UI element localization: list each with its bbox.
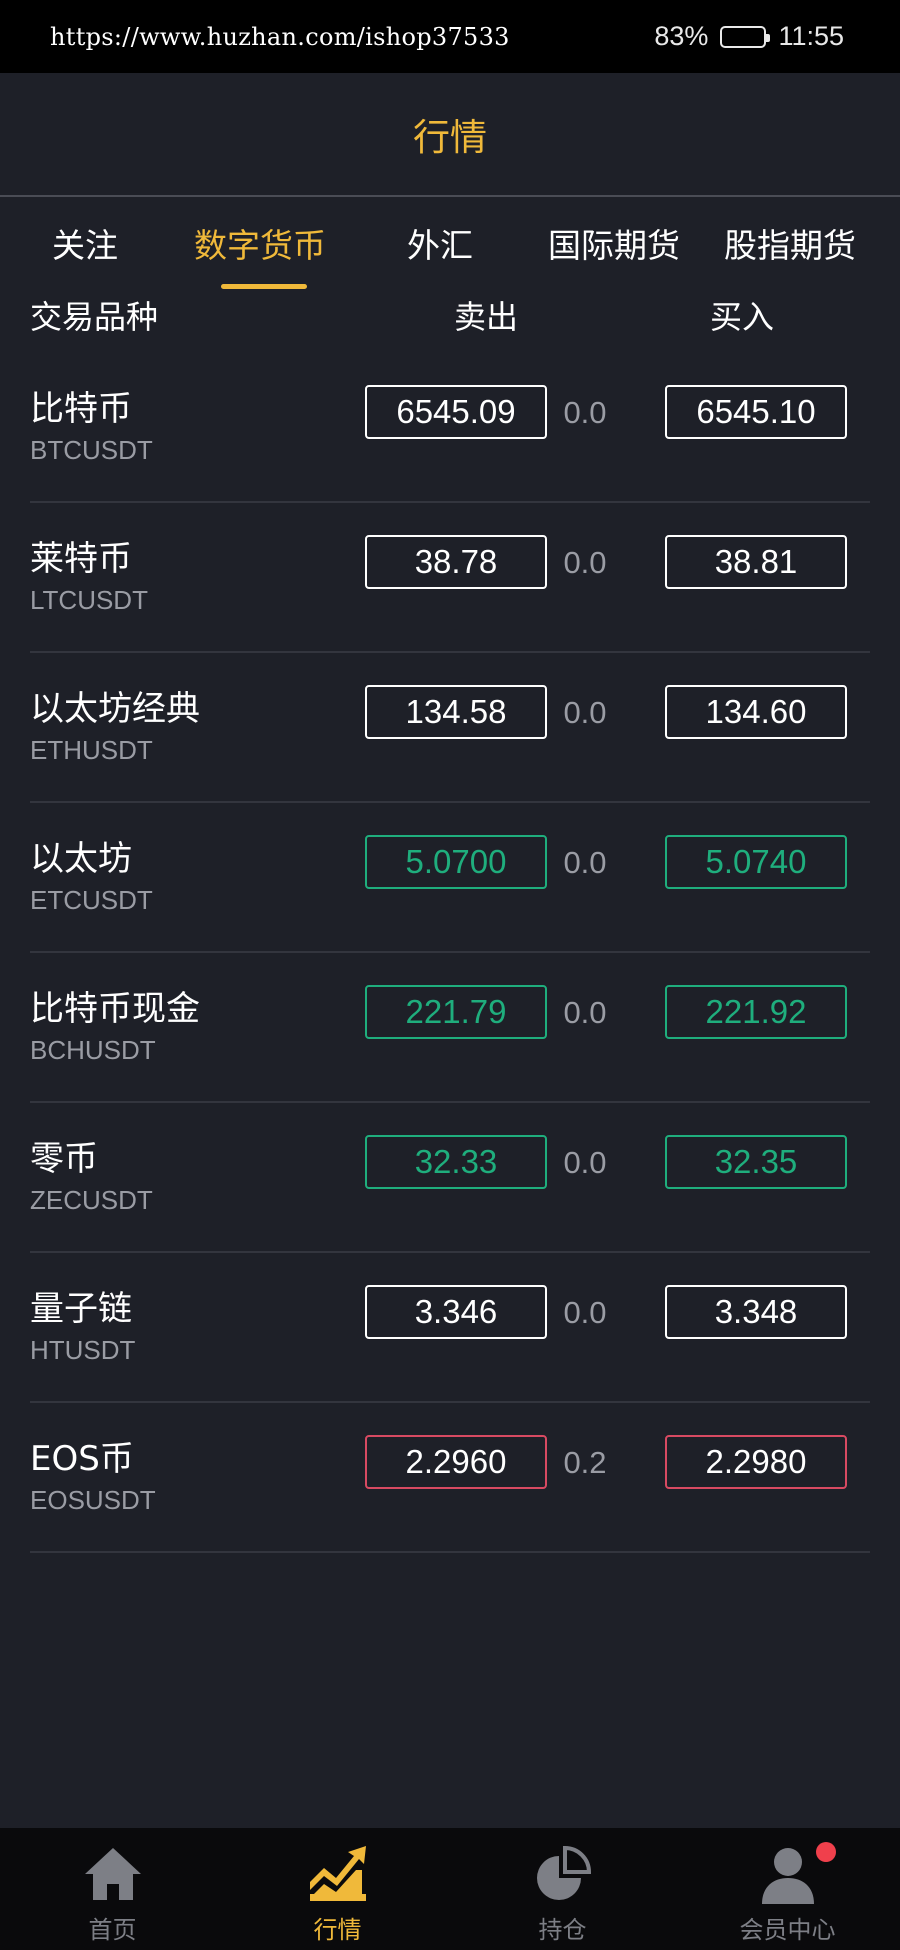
instrument-name: 比特币现金: [30, 989, 200, 1029]
instrument-code: BTCUSDT: [30, 435, 153, 465]
quote-row[interactable]: 以太坊 ETCUSDT 5.0700 0.0 5.0740: [30, 803, 870, 953]
nav-label: 首页: [88, 1916, 137, 1944]
nav-home[interactable]: 首页: [0, 1828, 225, 1950]
sell-price-button[interactable]: 3.346: [365, 1285, 547, 1339]
status-bar: https://www.huzhan.com/ishop37533 83% 11…: [0, 0, 900, 73]
quote-row[interactable]: 零币 ZECUSDT 32.33 0.0 32.35: [30, 1103, 870, 1253]
instrument-code: ETCUSDT: [30, 885, 153, 915]
instrument-code: ZECUSDT: [30, 1185, 153, 1215]
buy-price-button[interactable]: 6545.10: [665, 385, 847, 439]
instrument-code: EOSUSDT: [30, 1485, 156, 1515]
quote-list: 比特币 BTCUSDT 6545.09 0.0 6545.10 莱特币 LTCU…: [30, 353, 870, 1553]
tab-forex[interactable]: 外汇: [407, 219, 473, 267]
instrument-code: HTUSDT: [30, 1335, 136, 1365]
column-header-instrument: 交易品种: [30, 298, 159, 336]
instrument-name: 莱特币: [30, 539, 132, 579]
status-url: https://www.huzhan.com/ishop37533: [50, 22, 510, 51]
sell-price-button[interactable]: 6545.09: [365, 385, 547, 439]
notification-badge: [816, 1842, 836, 1862]
spread-value: 0.2: [563, 1445, 607, 1480]
buy-price-button[interactable]: 221.92: [665, 985, 847, 1039]
quote-row[interactable]: EOS币 EOSUSDT 2.2960 0.2 2.2980: [30, 1403, 870, 1553]
spread-value: 0.0: [563, 845, 607, 880]
instrument-name: 量子链: [30, 1289, 132, 1329]
clock-time: 11:55: [778, 21, 844, 51]
instrument-name: 零币: [30, 1139, 98, 1179]
category-tabs: 关注 数字货币 外汇 国际期货 股指期货: [0, 199, 900, 291]
column-header-sell: 卖出: [454, 298, 519, 336]
quote-row[interactable]: 量子链 HTUSDT 3.346 0.0 3.348: [30, 1253, 870, 1403]
buy-price-button[interactable]: 3.348: [665, 1285, 847, 1339]
instrument-code: LTCUSDT: [30, 585, 148, 615]
tab-favorites[interactable]: 关注: [52, 219, 118, 267]
nav-label: 会员中心: [739, 1916, 836, 1944]
market-chart-icon: [309, 1846, 366, 1901]
nav-positions[interactable]: 持仓: [450, 1828, 675, 1950]
tab-index-futures[interactable]: 股指期货: [724, 219, 856, 267]
buy-price-button[interactable]: 32.35: [665, 1135, 847, 1189]
quote-row[interactable]: 比特币 BTCUSDT 6545.09 0.0 6545.10: [30, 353, 870, 503]
spread-value: 0.0: [563, 695, 607, 730]
quote-row[interactable]: 比特币现金 BCHUSDT 221.79 0.0 221.92: [30, 953, 870, 1103]
sell-price-button[interactable]: 2.2960: [365, 1435, 547, 1489]
active-tab-underline: [221, 284, 307, 289]
sell-price-button[interactable]: 38.78: [365, 535, 547, 589]
tab-digital-currency[interactable]: 数字货币: [194, 219, 326, 267]
column-header-buy: 买入: [710, 298, 775, 336]
buy-price-button[interactable]: 2.2980: [665, 1435, 847, 1489]
nav-label: 持仓: [538, 1916, 587, 1944]
quote-row[interactable]: 莱特币 LTCUSDT 38.78 0.0 38.81: [30, 503, 870, 653]
sell-price-button[interactable]: 134.58: [365, 685, 547, 739]
status-right: 83% 11:55: [654, 21, 844, 52]
bottom-nav: 首页 行情 持仓 会员中心: [0, 1828, 900, 1950]
spread-value: 0.0: [563, 395, 607, 430]
instrument-name: EOS币: [30, 1439, 134, 1479]
instrument-name: 以太坊: [30, 839, 132, 879]
nav-market[interactable]: 行情: [225, 1828, 450, 1950]
nav-member-center[interactable]: 会员中心: [675, 1828, 900, 1950]
instrument-code: BCHUSDT: [30, 1035, 156, 1065]
spread-value: 0.0: [563, 1145, 607, 1180]
page-title: 行情: [413, 116, 487, 159]
home-icon: [84, 1848, 141, 1900]
sell-price-button[interactable]: 5.0700: [365, 835, 547, 889]
sell-price-button[interactable]: 221.79: [365, 985, 547, 1039]
user-icon: [761, 1848, 814, 1904]
spread-value: 0.0: [563, 1295, 607, 1330]
instrument-name: 以太坊经典: [30, 689, 200, 729]
nav-label: 行情: [313, 1916, 362, 1944]
buy-price-button[interactable]: 134.60: [665, 685, 847, 739]
buy-price-button[interactable]: 38.81: [665, 535, 847, 589]
battery-icon: [720, 25, 771, 48]
quote-row[interactable]: 以太坊经典 ETHUSDT 134.58 0.0 134.60: [30, 653, 870, 803]
battery-percent: 83%: [654, 21, 709, 51]
pie-chart-icon: [536, 1845, 591, 1900]
sell-price-button[interactable]: 32.33: [365, 1135, 547, 1189]
buy-price-button[interactable]: 5.0740: [665, 835, 847, 889]
spread-value: 0.0: [563, 995, 607, 1030]
instrument-code: ETHUSDT: [30, 735, 153, 765]
tab-international-futures[interactable]: 国际期货: [548, 219, 680, 267]
page-header: 行情: [0, 73, 900, 197]
spread-value: 0.0: [563, 545, 607, 580]
instrument-name: 比特币: [30, 389, 132, 429]
